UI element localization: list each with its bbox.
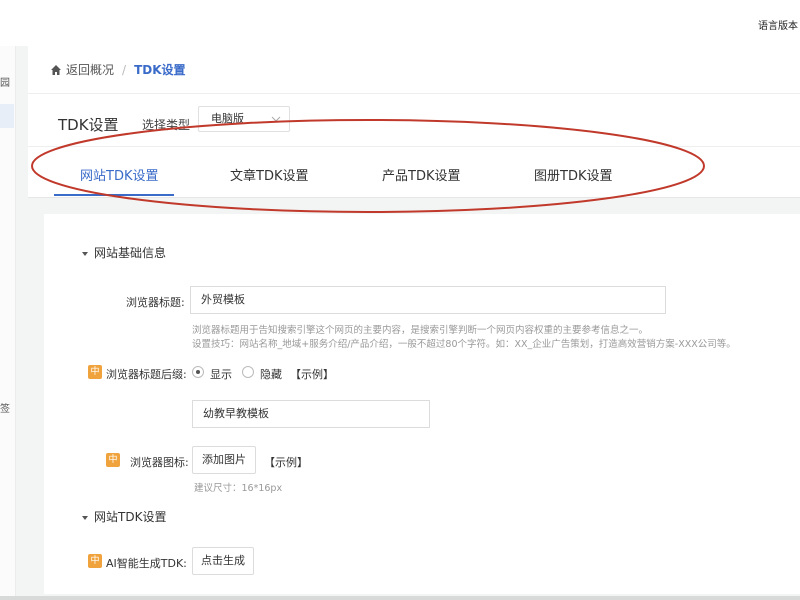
generate-button[interactable]: 点击生成 [192, 547, 254, 575]
sidebar-item-fragment[interactable]: 签 [0, 400, 16, 415]
type-select[interactable]: 电脑版 [198, 106, 290, 132]
icon-example-link[interactable]: 【示例】 [264, 454, 308, 470]
suffix-hide-label[interactable]: 隐藏 [260, 366, 282, 382]
tab-site-tdk[interactable]: 网站TDK设置 [80, 165, 158, 184]
browser-title-hint: 浏览器标题用于告知搜索引擎这个网页的主要内容，是搜索引擎判断一个网页内容权重的主… [192, 325, 649, 336]
section-site-tdk-title: 网站TDK设置 [94, 510, 167, 524]
suffix-show-label[interactable]: 显示 [210, 366, 232, 382]
sidebar: 园 签 [0, 46, 16, 600]
suffix-example-link[interactable]: 【示例】 [290, 366, 334, 382]
sidebar-active-item[interactable] [0, 104, 14, 128]
section-basic-info-title: 网站基础信息 [94, 246, 167, 260]
ai-generate-tdk-label: AI智能生成TDK: [106, 557, 187, 570]
sidebar-item-fragment[interactable]: 园 [0, 74, 16, 89]
back-to-overview-link[interactable]: 返回概况 [66, 61, 114, 78]
active-tab-indicator [54, 194, 174, 196]
section-basic-info[interactable]: 网站基础信息 [82, 244, 166, 261]
page-title: TDK设置 [58, 116, 119, 134]
title-suffix-input[interactable]: 幼教早教模板 [192, 400, 430, 428]
language-badge: 中 [88, 365, 102, 379]
home-icon [51, 64, 61, 75]
suffix-show-radio[interactable] [192, 366, 204, 378]
browser-title-tip: 设置技巧：网站名称_地域+服务介绍/产品介绍，一般不超过80个字符。如：XX_企… [192, 339, 736, 350]
type-label: 选择类型 [142, 118, 191, 132]
tab-article-tdk[interactable]: 文章TDK设置 [230, 165, 308, 184]
section-site-tdk[interactable]: 网站TDK设置 [82, 508, 166, 525]
icon-size-hint: 建议尺寸：16*16px [194, 483, 283, 494]
breadcrumb-current: TDK设置 [134, 63, 186, 77]
language-badge: 中 [88, 554, 102, 568]
horizontal-scrollbar[interactable] [0, 596, 800, 600]
top-bar: 语言版本 [0, 0, 800, 46]
chevron-down-icon [271, 116, 281, 122]
add-image-button[interactable]: 添加图片 [192, 446, 256, 474]
main-area: 返回概况 / TDK设置 TDK设置 选择类型 电脑版 网站TDK设置 文章TD… [28, 46, 800, 600]
tab-album-tdk[interactable]: 图册TDK设置 [534, 165, 612, 184]
form-content: 网站基础信息 浏览器标题: 外贸模板 浏览器标题用于告知搜索引擎这个网页的主要内… [44, 214, 800, 594]
breadcrumb: 返回概况 / TDK设置 [28, 46, 800, 94]
language-badge: 中 [106, 453, 120, 467]
breadcrumb-separator: / [122, 62, 127, 77]
suffix-hide-radio[interactable] [242, 366, 254, 378]
caret-down-icon [82, 251, 88, 256]
browser-title-label: 浏览器标题: [126, 296, 185, 309]
title-suffix-label: 浏览器标题后缀: [106, 368, 187, 381]
tab-bar: 网站TDK设置 文章TDK设置 产品TDK设置 图册TDK设置 [28, 146, 800, 198]
browser-title-input[interactable]: 外贸模板 [190, 286, 666, 314]
type-select-value: 电脑版 [211, 112, 244, 125]
tab-product-tdk[interactable]: 产品TDK设置 [382, 165, 460, 184]
browser-icon-label: 浏览器图标: [130, 456, 189, 469]
language-version-label[interactable]: 语言版本 [758, 17, 800, 32]
caret-down-icon [82, 515, 88, 520]
